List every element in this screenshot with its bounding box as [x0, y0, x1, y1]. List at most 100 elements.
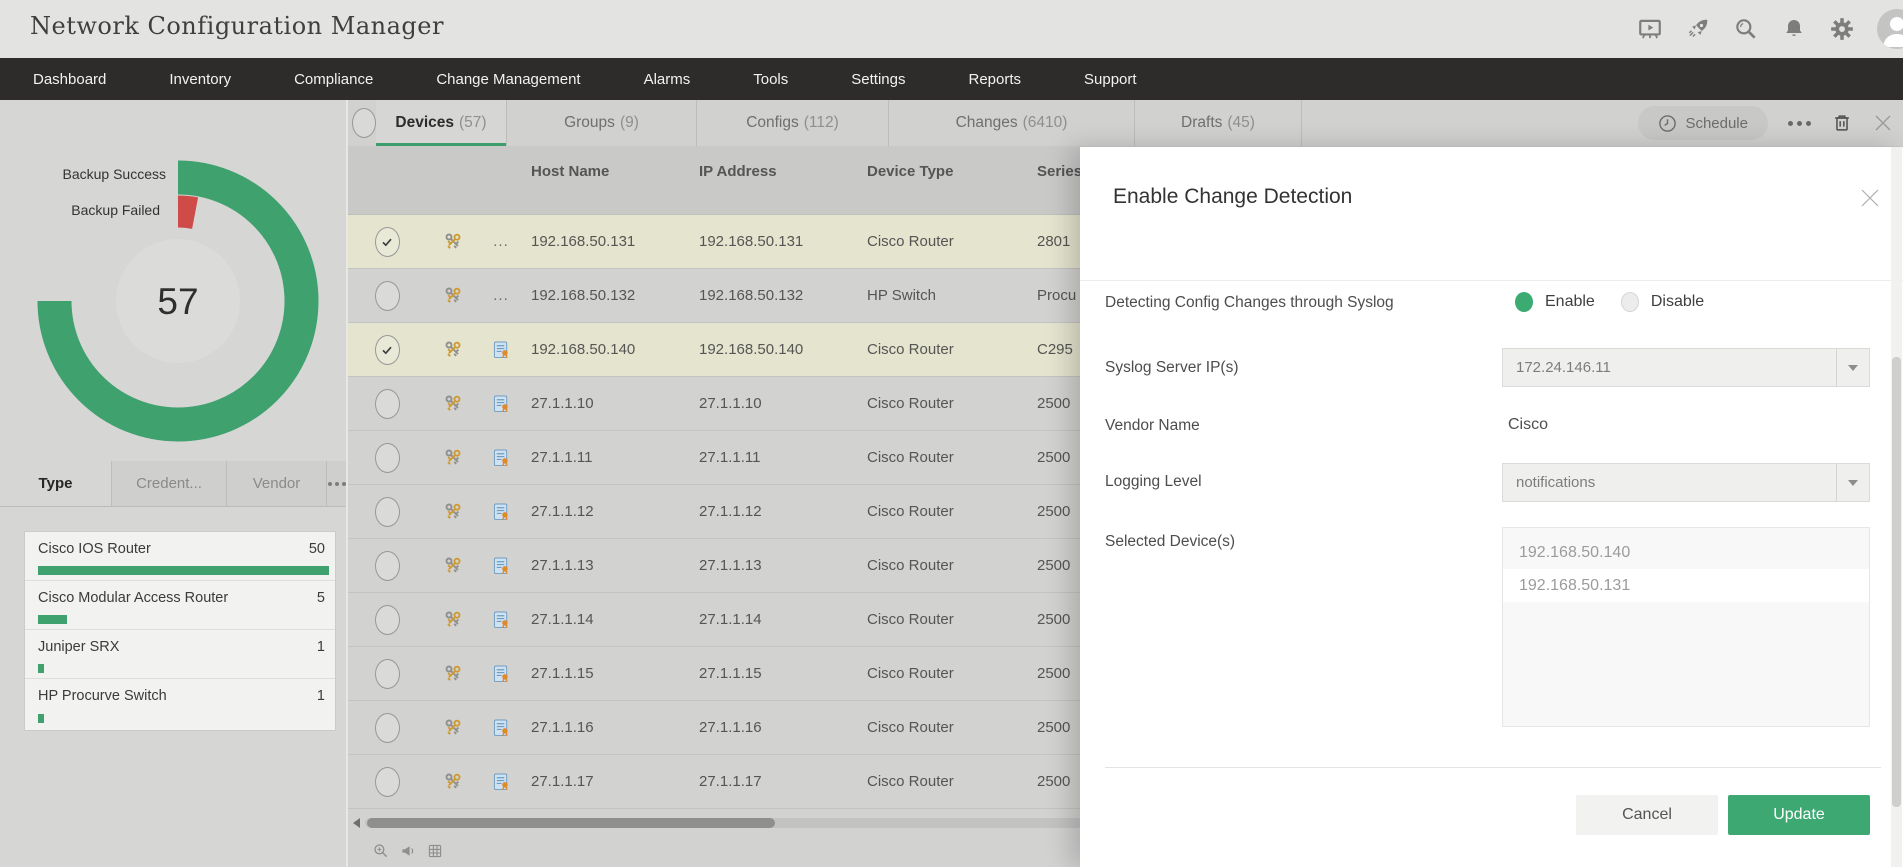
nav-item-inventory[interactable]: Inventory — [169, 71, 231, 88]
host-name-cell[interactable]: 27.1.1.12 — [522, 503, 690, 520]
sidebar-tab-type[interactable]: Type — [0, 461, 112, 506]
device-type-bar — [38, 714, 45, 723]
nav-item-change-management[interactable]: Change Management — [436, 71, 580, 88]
app-title: Network Configuration Manager — [30, 12, 444, 40]
grid-view-icon[interactable] — [426, 842, 444, 860]
announce-icon[interactable] — [399, 842, 417, 860]
credentials-keys-icon — [426, 718, 480, 738]
schedule-button[interactable]: Schedule — [1638, 106, 1768, 140]
credentials-keys-icon — [426, 556, 480, 576]
row-checkbox[interactable] — [374, 334, 400, 365]
cancel-button[interactable]: Cancel — [1576, 795, 1718, 835]
row-checkbox[interactable] — [374, 280, 400, 311]
nav-item-compliance[interactable]: Compliance — [294, 71, 373, 88]
scrollbar-thumb[interactable] — [367, 817, 775, 828]
nav: Dashboard Inventory Compliance Change Manag… — [0, 58, 1903, 100]
host-name-cell[interactable]: 27.1.1.16 — [522, 719, 690, 736]
gear-icon[interactable] — [1829, 16, 1855, 42]
ip-address-cell: 27.1.1.10 — [699, 395, 762, 412]
device-type-row[interactable]: Cisco IOS Router 50 — [25, 532, 335, 581]
ip-address-cell: 27.1.1.13 — [699, 557, 762, 574]
tab-groups[interactable]: Groups (9) — [507, 100, 697, 146]
row-checkbox[interactable] — [374, 226, 400, 257]
row-checkbox[interactable] — [374, 442, 400, 473]
select-all-checkbox[interactable] — [348, 100, 376, 146]
chevron-down-icon[interactable] — [1836, 349, 1869, 386]
more-icons-indicator: ... — [493, 287, 509, 304]
horizontal-scrollbar — [348, 816, 1082, 829]
device-type-row[interactable]: HP Procurve Switch 1 — [25, 679, 335, 728]
col-host-name[interactable]: Host Name — [522, 163, 690, 198]
ip-address-cell: 27.1.1.12 — [699, 503, 762, 520]
host-name-cell[interactable]: 27.1.1.14 — [522, 611, 690, 628]
tab-changes[interactable]: Changes (6410) — [889, 100, 1135, 146]
row-checkbox[interactable] — [374, 550, 400, 581]
tab-configs[interactable]: Configs (112) — [697, 100, 889, 146]
sidebar-tab-credential[interactable]: Credent... — [112, 461, 227, 506]
device-type-bar — [38, 566, 330, 575]
host-name-cell[interactable]: 192.168.50.132 — [522, 287, 690, 304]
col-ip-address[interactable]: IP Address — [690, 163, 858, 198]
logging-level-dropdown[interactable]: notifications — [1502, 463, 1870, 502]
sidebar-tab-vendor[interactable]: Vendor — [227, 461, 327, 506]
more-actions-icon[interactable] — [1788, 120, 1811, 126]
credentials-keys-icon — [426, 286, 480, 306]
nav-item-settings[interactable]: Settings — [851, 71, 905, 88]
nav-item-dashboard[interactable]: Dashboard — [33, 71, 106, 88]
row-checkbox[interactable] — [374, 496, 400, 527]
panel-close-icon[interactable] — [1873, 113, 1893, 133]
sidebar-tabs-more-icon[interactable] — [327, 461, 346, 506]
user-avatar[interactable] — [1877, 9, 1903, 49]
selected-devices-listbox[interactable]: 192.168.50.140 192.168.50.131 — [1502, 527, 1870, 727]
presentation-icon[interactable] — [1637, 16, 1663, 42]
row-checkbox[interactable] — [374, 388, 400, 419]
update-button[interactable]: Update — [1728, 795, 1870, 835]
modal-close-icon[interactable] — [1859, 187, 1881, 209]
col-device-type[interactable]: Device Type — [858, 163, 1028, 198]
toolbar: Schedule — [1638, 100, 1903, 146]
row-checkbox[interactable] — [374, 658, 400, 689]
legend-backup-failed: Backup Failed — [71, 202, 160, 218]
radio-disable-label[interactable]: Disable — [1651, 293, 1704, 311]
modal-title: Enable Change Detection — [1113, 185, 1353, 208]
scroll-left-arrow[interactable] — [353, 817, 360, 828]
device-type-list: Cisco IOS Router 50 Cisco Modular Access… — [24, 531, 336, 731]
zoom-search-icon[interactable] — [372, 842, 390, 860]
rocket-icon[interactable] — [1685, 16, 1711, 42]
modal-scrollbar[interactable] — [1891, 147, 1902, 867]
radio-enable-label[interactable]: Enable — [1545, 293, 1595, 311]
tab-drafts[interactable]: Drafts (45) — [1135, 100, 1302, 146]
device-type-row[interactable]: Juniper SRX 1 — [25, 630, 335, 679]
radio-disable[interactable] — [1620, 292, 1639, 312]
delete-icon[interactable] — [1831, 112, 1853, 134]
list-item[interactable]: 192.168.50.131 — [1503, 569, 1869, 602]
host-name-cell[interactable]: 192.168.50.140 — [522, 341, 690, 358]
host-name-cell[interactable]: 27.1.1.10 — [522, 395, 690, 412]
nav-item-alarms[interactable]: Alarms — [644, 71, 691, 88]
syslog-server-dropdown[interactable]: 172.24.146.11 — [1502, 348, 1870, 387]
config-doc-icon — [493, 664, 510, 684]
host-name-cell[interactable]: 27.1.1.11 — [522, 449, 690, 466]
tab-devices[interactable]: Devices (57) — [376, 100, 507, 146]
chevron-down-icon[interactable] — [1836, 464, 1869, 501]
host-name-cell[interactable]: 192.168.50.131 — [522, 233, 690, 250]
row-checkbox[interactable] — [374, 604, 400, 635]
row-checkbox[interactable] — [374, 712, 400, 743]
nav-item-support[interactable]: Support — [1084, 71, 1137, 88]
nav-item-tools[interactable]: Tools — [753, 71, 788, 88]
scrollbar-thumb[interactable] — [1892, 357, 1901, 807]
nav-item-reports[interactable]: Reports — [968, 71, 1021, 88]
config-doc-icon — [493, 556, 510, 576]
row-checkbox[interactable] — [374, 766, 400, 797]
radio-enable[interactable] — [1515, 292, 1533, 312]
device-type-row[interactable]: Cisco Modular Access Router 5 — [25, 581, 335, 630]
bell-icon[interactable] — [1781, 16, 1807, 42]
host-name-cell[interactable]: 27.1.1.17 — [522, 773, 690, 790]
device-type-cell: Cisco Router — [867, 773, 954, 790]
host-name-cell[interactable]: 27.1.1.15 — [522, 665, 690, 682]
device-type-bar — [38, 615, 68, 624]
credentials-keys-icon — [426, 610, 480, 630]
list-item[interactable]: 192.168.50.140 — [1503, 536, 1869, 569]
host-name-cell[interactable]: 27.1.1.13 — [522, 557, 690, 574]
search-icon[interactable] — [1733, 16, 1759, 42]
